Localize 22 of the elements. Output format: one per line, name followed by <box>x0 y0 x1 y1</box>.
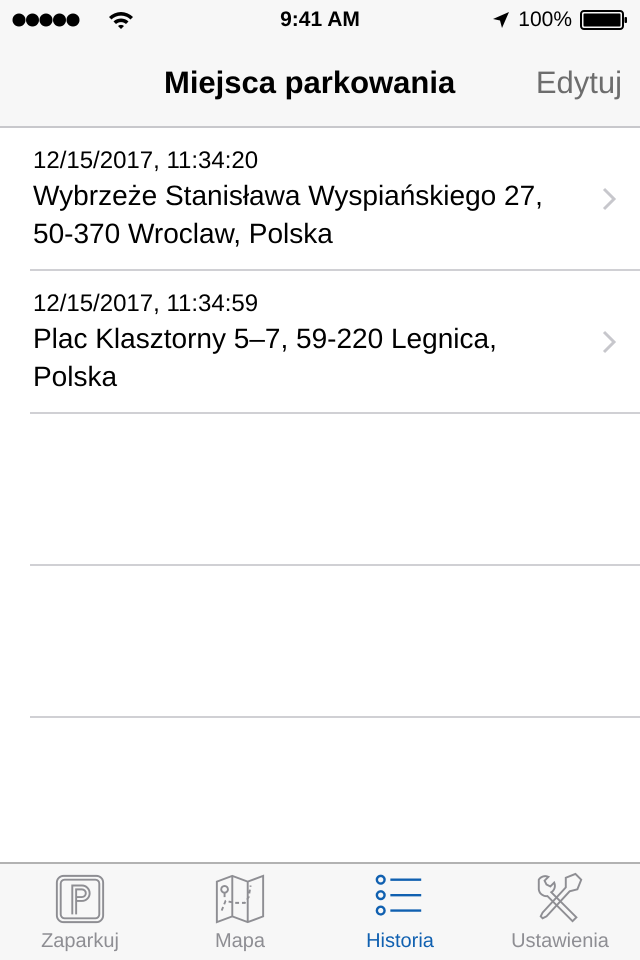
battery-percent: 100% <box>518 7 572 34</box>
row-date: 12/15/2017, 11:34:59 <box>33 289 260 319</box>
nav-title: Miejsca parkowania <box>164 64 456 102</box>
tab[interactable]: Mapa <box>160 864 320 960</box>
history-row[interactable]: 12/15/2017, 11:34:20 Wybrzeże Stanisława Wyspiańskiego 27, 50-370 Wroclaw, Polska <box>30 128 640 271</box>
chevron-icon <box>602 330 616 354</box>
wifi-icon <box>108 10 134 30</box>
tab[interactable]: Ustawienia <box>480 864 640 960</box>
chevron-icon <box>602 187 616 211</box>
battery-icon <box>580 10 628 30</box>
row-date: 12/15/2017, 11:34:20 <box>33 146 260 176</box>
parking-sign-icon <box>53 872 107 926</box>
tab[interactable]: Zaparkuj <box>0 864 160 960</box>
row-address: Wybrzeże Stanisława Wyspiańskiego 27, 50-370 Wroclaw, Polska <box>33 179 544 251</box>
status-time: 9:41 AM <box>280 7 360 34</box>
tab[interactable]: Historia <box>320 864 480 960</box>
signal-icon <box>12 13 80 27</box>
map-icon <box>213 872 267 926</box>
history-row[interactable]: 12/15/2017, 11:34:59 Plac Klasztorny 5–7, 59-220 Legnica, Polska <box>30 271 640 414</box>
location-arrow-icon <box>492 11 510 29</box>
edit-button[interactable]: Edytuj <box>536 60 622 106</box>
row-address: Plac Klasztorny 5–7, 59-220 Legnica, Polska <box>33 322 498 394</box>
